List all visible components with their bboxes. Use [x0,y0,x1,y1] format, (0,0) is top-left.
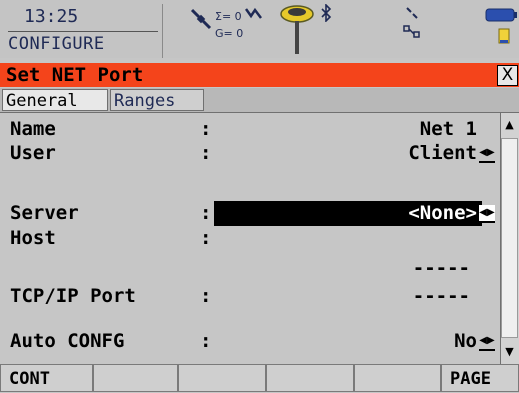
tcpip-port-value[interactable]: ----- [300,284,470,308]
status-bar: 13:25 CONFIGURE Σ= 0 G= 0 [0,0,519,58]
satellite-gps: G= 0 [215,27,244,40]
satellite-icon [190,8,212,30]
fkey-cont-button[interactable]: CONT [0,364,93,392]
bluetooth-icon [321,4,332,22]
time-mode-panel: 13:25 CONFIGURE [2,4,163,58]
form-area: Name : Net 1 User : Client ◀▶ Server : <… [0,113,500,365]
signal-icon [245,7,262,19]
battery-icon [485,8,517,22]
auto-config-arrows-icon[interactable]: ◀▶ [479,333,495,351]
scroll-down-icon[interactable]: ▼ [502,344,517,359]
function-key-bar: CONT PAGE [0,364,519,392]
divider [8,31,158,32]
server-value[interactable]: <None> [300,201,477,225]
satellite-sum: Σ= 0 [215,10,242,23]
dialog-title: Set NET Port [6,64,144,86]
mode-label: CONFIGURE [8,34,105,54]
host-label: Host [10,227,56,249]
scroll-up-icon[interactable]: ▲ [502,117,517,132]
clock: 13:25 [24,6,79,27]
fkey-4-button[interactable] [266,364,354,392]
user-value[interactable]: Client [300,141,477,165]
memory-icon [498,28,510,44]
colon: : [200,202,212,224]
colon: : [200,142,212,164]
antenna-icon [280,5,314,54]
fkey-2-button[interactable] [93,364,178,392]
close-button[interactable]: X [497,65,518,86]
name-value[interactable]: Net 1 [300,117,477,141]
link-icon [406,7,418,19]
user-label: User [10,142,56,164]
server-arrows-icon[interactable]: ◀▶ [479,205,495,223]
fkey-5-button[interactable] [354,364,441,392]
fkey-3-button[interactable] [178,364,266,392]
server-label: Server [10,202,79,224]
fkey-page-button[interactable]: PAGE [441,364,519,392]
auto-config-label: Auto CONFG [10,330,125,352]
colon: : [200,118,212,140]
tcpip-port-label: TCP/IP Port [10,285,136,307]
scrollbar-thumb[interactable] [501,138,518,338]
network-icon [403,25,420,38]
colon: : [200,285,212,307]
user-arrows-icon[interactable]: ◀▶ [479,145,495,163]
host-extra-value: ----- [412,257,470,279]
tab-general[interactable]: General [2,89,108,111]
colon: : [200,330,212,352]
auto-config-value[interactable]: No [300,329,477,353]
tab-ranges[interactable]: Ranges [110,89,204,111]
colon: : [200,227,212,249]
name-label: Name [10,118,56,140]
